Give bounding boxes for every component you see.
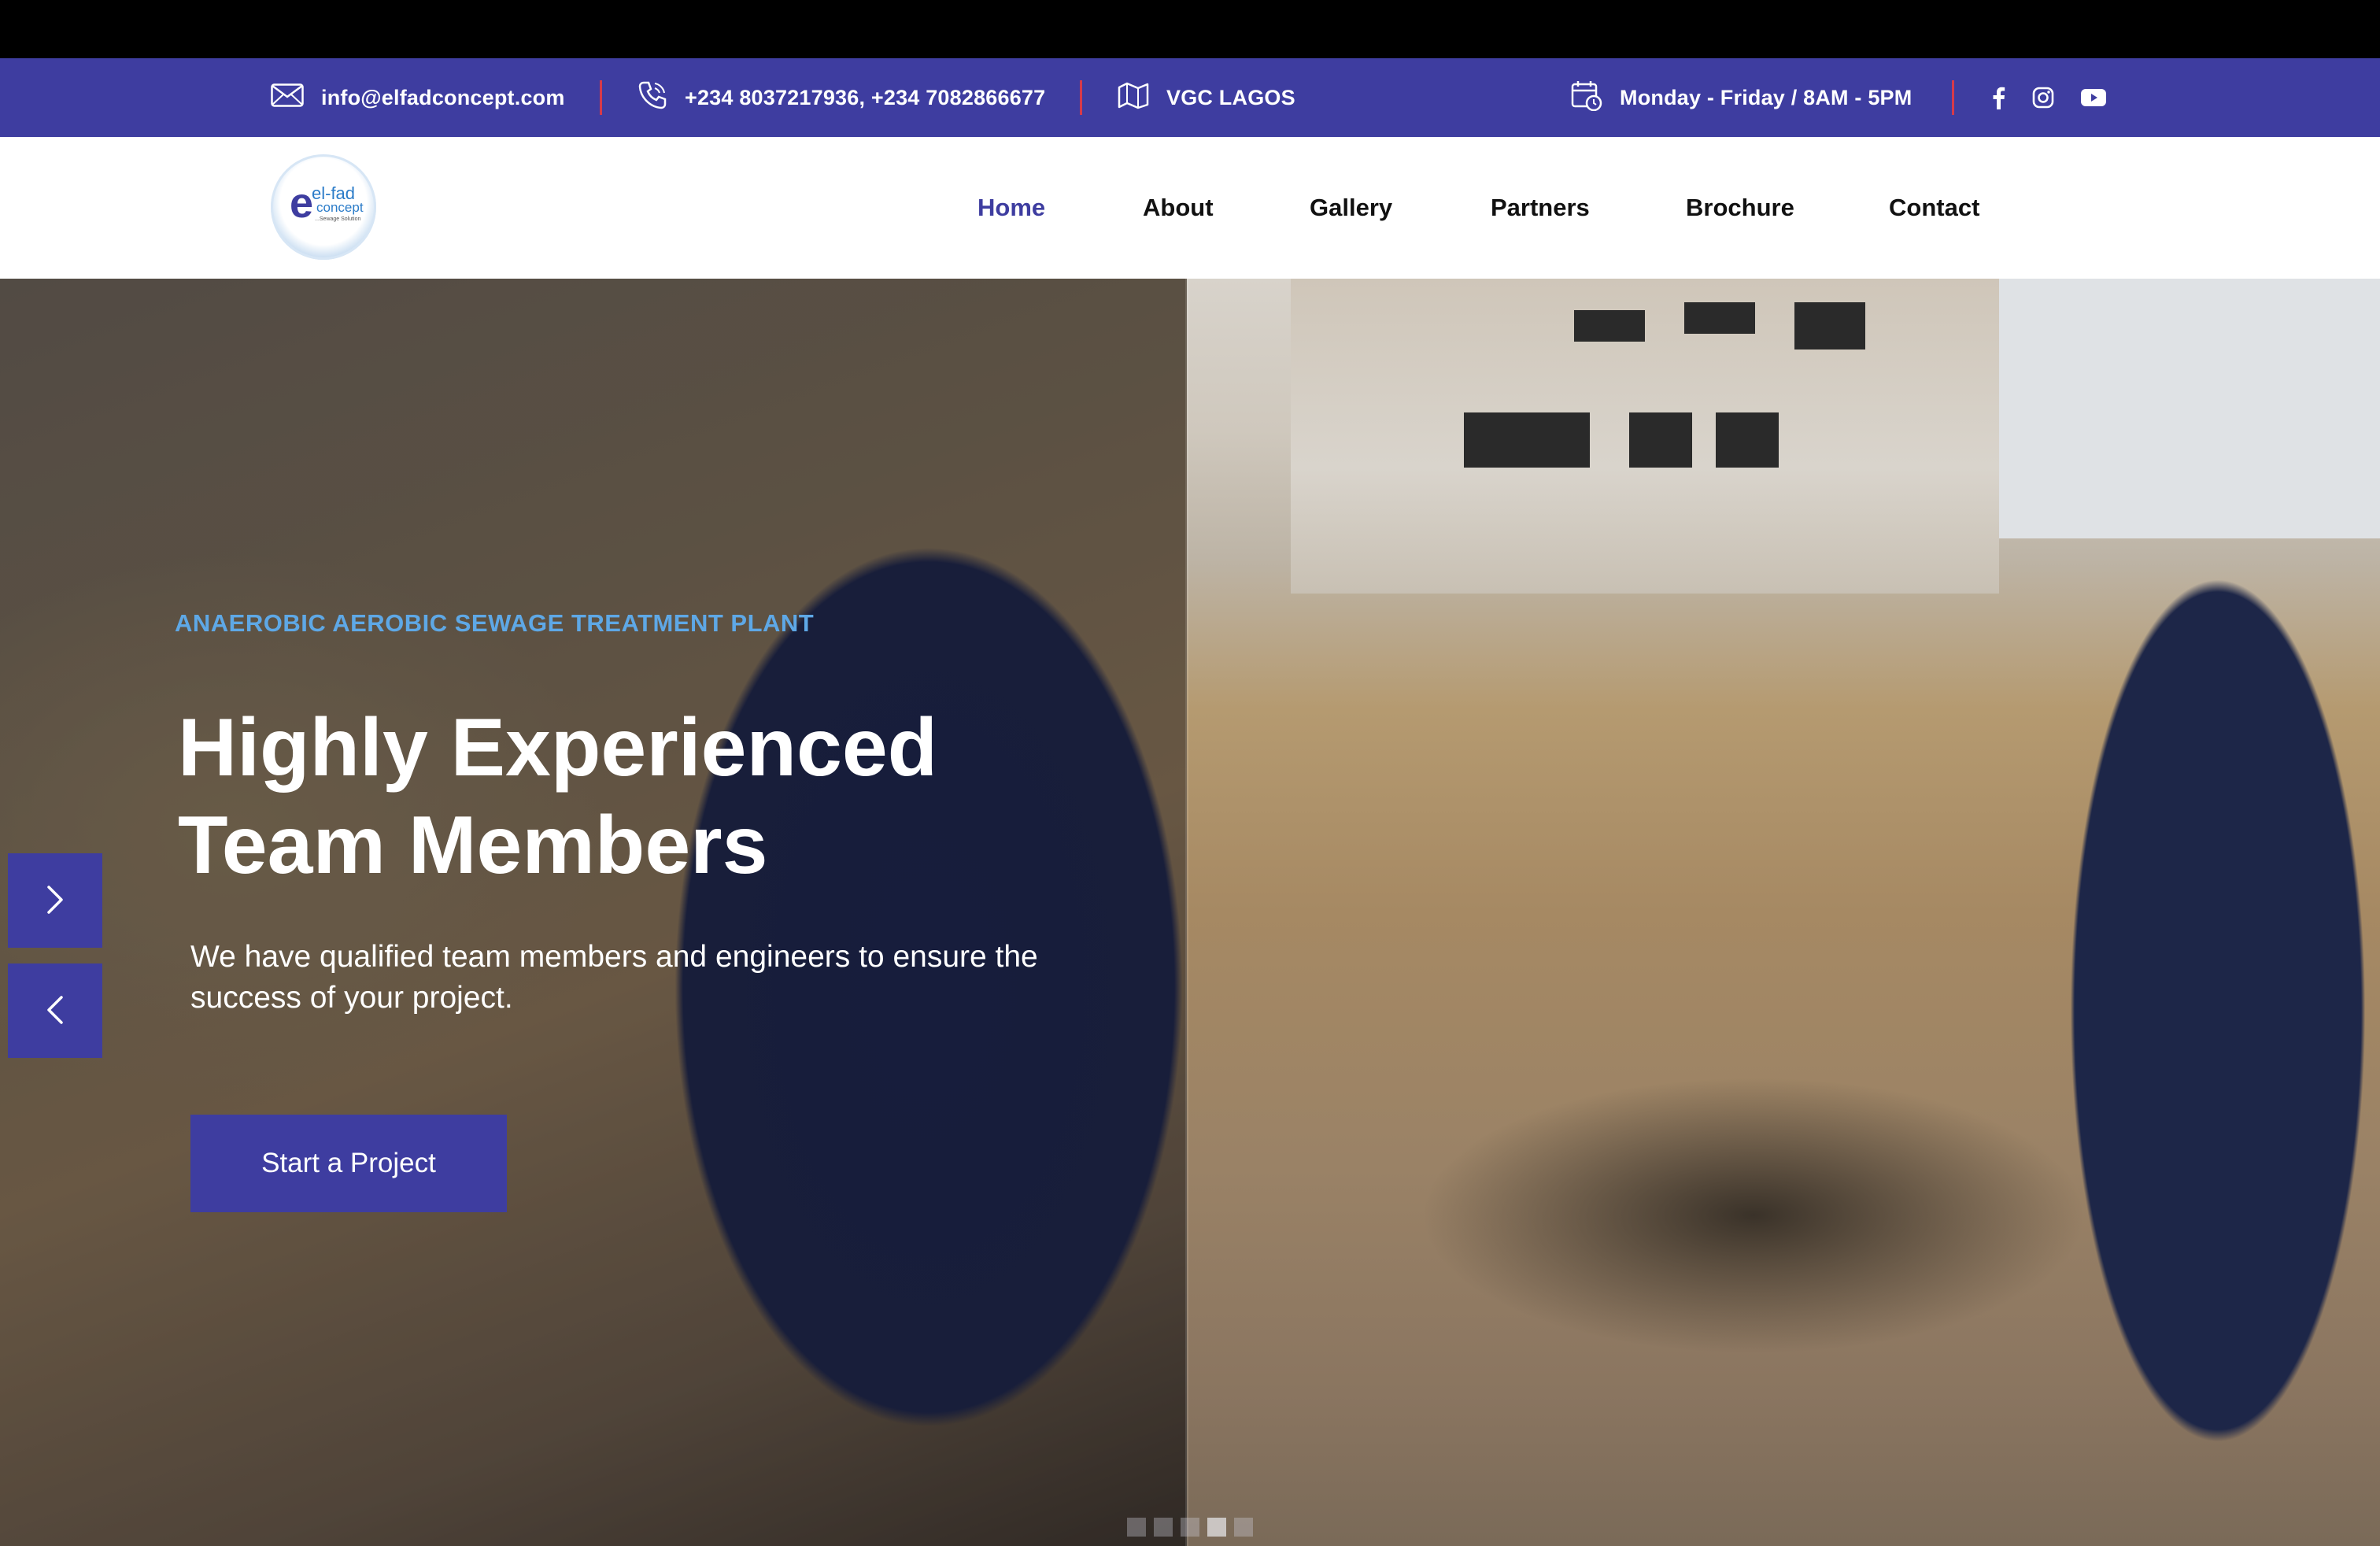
slider-dot[interactable] bbox=[1234, 1518, 1253, 1537]
nav-brochure[interactable]: Brochure bbox=[1686, 194, 1794, 222]
nav-partners[interactable]: Partners bbox=[1491, 194, 1590, 222]
hero-image-left bbox=[0, 279, 1187, 1546]
hero-title: Highly Experienced Team Members bbox=[178, 699, 1122, 894]
instagram-icon[interactable] bbox=[2032, 87, 2054, 109]
hero-title-line1: Highly Experienced bbox=[178, 702, 938, 793]
chevron-right-icon bbox=[45, 884, 65, 918]
start-project-button[interactable]: Start a Project bbox=[190, 1115, 507, 1212]
top-info-bar: info@elfadconcept.com +234 8037217936, +… bbox=[0, 58, 2380, 137]
nav-about[interactable]: About bbox=[1143, 194, 1214, 222]
logo-tagline: ...Sewage Solution bbox=[315, 216, 361, 222]
phone-text: +234 8037217936, +234 7082866677 bbox=[685, 85, 1046, 109]
location-contact: VGC LAGOS bbox=[1118, 58, 1295, 137]
phone-icon bbox=[638, 80, 667, 116]
chevron-left-icon bbox=[45, 994, 65, 1028]
hero-title-line2: Team Members bbox=[178, 800, 768, 891]
hours-info: Monday - Friday / 8AM - 5PM bbox=[1571, 58, 1912, 137]
facebook-icon[interactable] bbox=[1991, 86, 2005, 109]
slider-dot[interactable] bbox=[1181, 1518, 1199, 1537]
slider-dot[interactable] bbox=[1154, 1518, 1173, 1537]
slider-next-button[interactable] bbox=[8, 853, 102, 948]
phone-contact[interactable]: +234 8037217936, +234 7082866677 bbox=[638, 58, 1045, 137]
map-icon bbox=[1118, 81, 1149, 115]
hero-eyebrow: ANAEROBIC AEROBIC SEWAGE TREATMENT PLANT bbox=[175, 609, 815, 637]
slider-prev-button[interactable] bbox=[8, 963, 102, 1058]
nav-contact[interactable]: Contact bbox=[1889, 194, 1979, 222]
hours-text: Monday - Friday / 8AM - 5PM bbox=[1620, 85, 1913, 109]
slide-divider bbox=[1185, 279, 1188, 1546]
social-links bbox=[1991, 58, 2106, 137]
location-text: VGC LAGOS bbox=[1166, 85, 1295, 109]
envelope-icon bbox=[271, 83, 304, 113]
hero-building bbox=[1291, 279, 1999, 594]
nav-gallery[interactable]: Gallery bbox=[1310, 194, 1392, 222]
site-header: e el-fad concept ...Sewage Solution Home… bbox=[0, 137, 2380, 279]
hero-slider: ANAEROBIC AEROBIC SEWAGE TREATMENT PLANT… bbox=[0, 279, 2380, 1546]
youtube-icon[interactable] bbox=[2081, 88, 2106, 107]
nav-home[interactable]: Home bbox=[978, 194, 1045, 222]
site-logo[interactable]: e el-fad concept ...Sewage Solution bbox=[271, 154, 376, 260]
slider-pagination bbox=[1127, 1518, 1253, 1537]
logo-mark: e bbox=[290, 179, 314, 227]
separator bbox=[600, 80, 602, 115]
separator bbox=[1952, 80, 1954, 115]
calendar-clock-icon bbox=[1571, 80, 1602, 117]
email-text: info@elfadconcept.com bbox=[321, 85, 565, 109]
separator bbox=[1080, 80, 1082, 115]
logo-line2: concept bbox=[316, 200, 364, 215]
screen-top-strip bbox=[0, 0, 2380, 58]
slider-dot[interactable] bbox=[1127, 1518, 1146, 1537]
slider-dot[interactable] bbox=[1207, 1518, 1226, 1537]
hero-subtitle: We have qualified team members and engin… bbox=[190, 940, 1038, 1015]
email-contact[interactable]: info@elfadconcept.com bbox=[271, 58, 565, 137]
hero-sky bbox=[1975, 279, 2380, 538]
